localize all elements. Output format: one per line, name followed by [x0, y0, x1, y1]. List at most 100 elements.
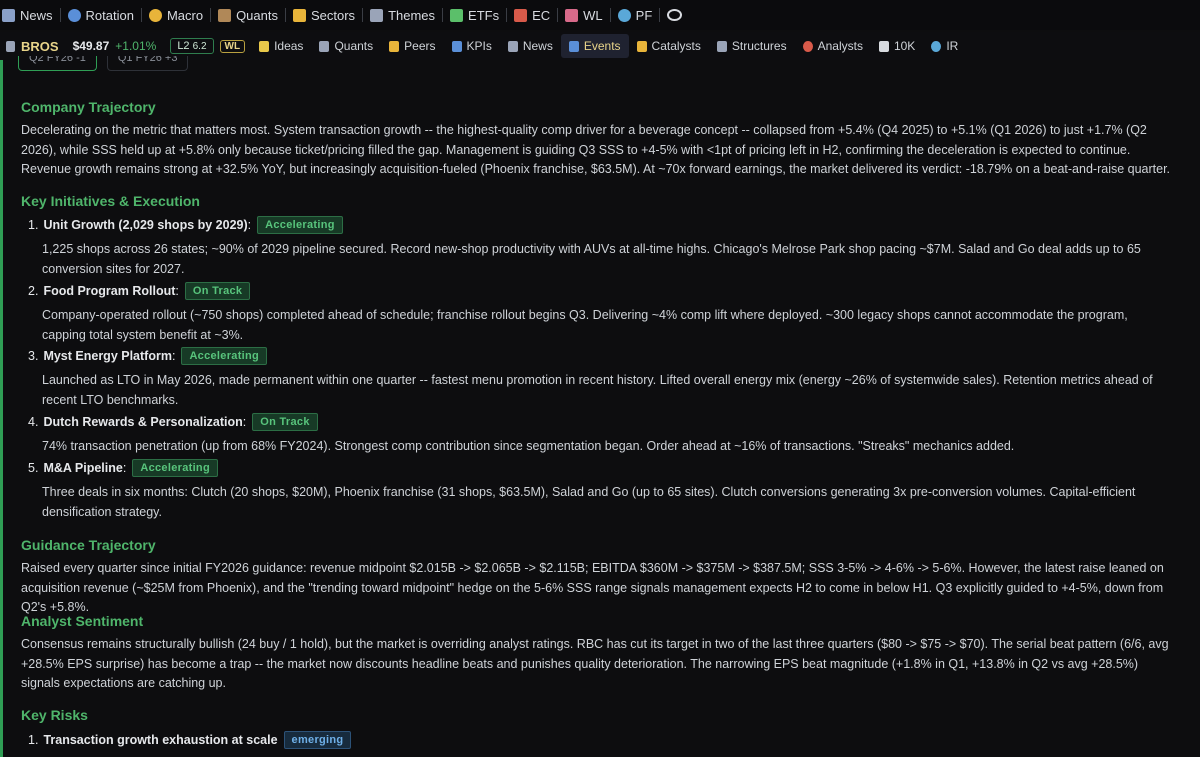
tab-catalysts[interactable]: Catalysts: [629, 34, 709, 58]
tab-10k[interactable]: 10K: [871, 34, 923, 58]
initiative-text: Company-operated rollout (~750 shops) co…: [42, 308, 1128, 342]
nav-label: Sectors: [310, 7, 356, 23]
initiative-name: M&A Pipeline: [43, 461, 123, 475]
globe-icon: [148, 8, 162, 22]
globe-ir-icon: [931, 40, 942, 52]
bell-icon: [636, 40, 647, 52]
initiative-item-1: 1. Unit Growth (2,029 shops by 2029): Ac…: [28, 216, 343, 234]
initiative-text: Three deals in six months: Clutch (20 sh…: [42, 485, 1136, 519]
list-number: 3.: [28, 349, 39, 363]
top-nav-pf[interactable]: PF: [611, 0, 660, 30]
tab-label: Peers: [404, 39, 436, 53]
status-badge: On Track: [252, 413, 318, 431]
nav-label: News: [20, 7, 53, 23]
list-number: 1.: [28, 218, 39, 232]
list-number: 1.: [28, 733, 39, 747]
top-nav-quants[interactable]: Quants: [211, 0, 285, 30]
lightbulb-icon: [259, 40, 270, 52]
ticker-change: +1.01%: [115, 39, 157, 53]
tab-ir[interactable]: IR: [923, 34, 966, 58]
tab-label: IR: [946, 39, 959, 53]
risks-heading: Key Risks: [21, 707, 88, 723]
top-nav-rotation[interactable]: Rotation: [61, 0, 141, 30]
ticker-symbol[interactable]: BROS: [21, 39, 59, 54]
list-number: 2.: [28, 284, 39, 298]
top-nav-themes[interactable]: Themes: [363, 0, 442, 30]
pie-icon: [292, 8, 306, 22]
top-nav-news[interactable]: News: [0, 0, 60, 30]
status-badge: Accelerating: [257, 216, 343, 234]
tab-label: Quants: [334, 39, 374, 53]
eye-icon: [667, 9, 683, 21]
trajectory-heading: Company Trajectory: [21, 99, 156, 115]
sentiment-text: Consensus remains structurally bullish (…: [21, 637, 1169, 690]
l2-badge[interactable]: L2 6.2: [170, 38, 214, 54]
trajectory-text: Decelerating on the metric that matters …: [21, 123, 1171, 176]
tab-structures[interactable]: Structures: [709, 34, 795, 58]
nav-label: EC: [532, 7, 551, 23]
tab-label: News: [522, 39, 553, 53]
l2-value: 6.2: [192, 41, 207, 52]
clover-icon: [450, 8, 464, 22]
guidance-text: Raised every quarter since initial FY202…: [21, 561, 1164, 614]
nav-label: PF: [635, 7, 653, 23]
quarter-tabs: Q2 FY26 -1 Q1 FY26 +3: [18, 56, 189, 71]
palette-icon: [370, 8, 384, 22]
initiative-text: 74% transaction penetration (up from 68%…: [42, 439, 1015, 453]
document-icon: [6, 40, 15, 52]
nav-label: ETFs: [468, 7, 500, 23]
top-nav-ec[interactable]: EC: [507, 0, 557, 30]
tab-label: Events: [583, 39, 621, 53]
grid-icon: [218, 8, 232, 22]
top-nav-macro[interactable]: Macro: [142, 0, 210, 30]
tools-icon: [716, 40, 727, 52]
quants-icon: [319, 40, 330, 52]
l2-label: L2: [177, 40, 190, 52]
tab-label: Ideas: [274, 39, 304, 53]
list-number: 4.: [28, 415, 39, 429]
top-nav-sectors[interactable]: Sectors: [286, 0, 362, 30]
ticker-price: $49.87: [72, 39, 110, 53]
initiative-item-4: 4. Dutch Rewards & Personalization: On T…: [28, 413, 318, 431]
section-accent-bar: [0, 60, 3, 757]
guidance-heading: Guidance Trajectory: [21, 537, 156, 553]
quarter-tab-q1[interactable]: Q1 FY26 +3: [106, 56, 189, 71]
tab-analysts[interactable]: Analysts: [795, 34, 871, 58]
shield-icon: [389, 40, 400, 52]
tab-label: Structures: [731, 39, 787, 53]
top-nav-wl[interactable]: WL: [558, 0, 610, 30]
tab-kpis[interactable]: KPIs: [444, 34, 500, 58]
tab-news[interactable]: News: [500, 34, 561, 58]
tab-quants[interactable]: Quants: [311, 34, 381, 58]
nav-label: WL: [583, 7, 603, 23]
tab-label: KPIs: [466, 39, 492, 53]
status-badge: Accelerating: [132, 459, 218, 477]
tab-events[interactable]: Events: [560, 34, 629, 58]
tab-ideas[interactable]: Ideas: [251, 34, 311, 58]
tab-peers[interactable]: Peers: [381, 34, 443, 58]
nav-label: Quants: [236, 7, 278, 23]
document-icon: [878, 40, 889, 52]
nav-label: Rotation: [85, 7, 134, 23]
globe-pf-icon: [617, 8, 631, 22]
nav-label: Macro: [166, 7, 204, 23]
risk-item-1: 1. Transaction growth exhaustion at scal…: [28, 731, 352, 749]
top-nav: News Rotation Macro Quants Sectors Themes ETFs…: [0, 0, 1200, 30]
risk-name: Transaction growth exhaustion at scale: [43, 733, 278, 747]
trend-chart-icon: [565, 8, 579, 22]
bar-chart-icon: [451, 40, 462, 52]
top-nav-visibility[interactable]: [660, 0, 694, 30]
newspaper-icon: [2, 8, 15, 22]
quarter-tab-q2[interactable]: Q2 FY26 -1: [18, 56, 97, 71]
status-badge: Accelerating: [181, 347, 268, 365]
watchlist-badge[interactable]: WL: [219, 39, 246, 53]
top-nav-etfs[interactable]: ETFs: [443, 0, 506, 30]
calendar-icon: [514, 8, 528, 22]
list-number: 5.: [28, 461, 39, 475]
newspaper-icon: [507, 40, 518, 52]
status-badge: emerging: [283, 731, 352, 749]
initiative-name: Unit Growth (2,029 shops by 2029): [43, 218, 248, 232]
nav-label: Themes: [388, 7, 436, 23]
calendar-icon: [568, 40, 579, 52]
initiative-item-5: 5. M&A Pipeline: Accelerating: [28, 459, 218, 477]
